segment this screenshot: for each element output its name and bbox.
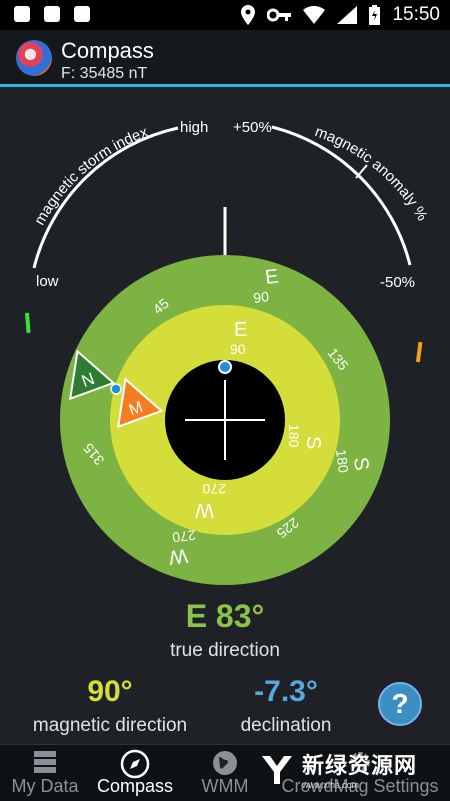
storm-gauge-label: magnetic storm index xyxy=(31,123,151,228)
nav-label: WMM xyxy=(201,776,249,796)
status-bar: 15:50 xyxy=(0,0,450,30)
signal-icon xyxy=(337,6,358,24)
app-notification-icon xyxy=(74,6,90,22)
notification-icons xyxy=(14,6,90,22)
nav-label: Compass xyxy=(96,776,174,796)
outer-e-label: E xyxy=(264,266,280,289)
inner-180-label: 180 xyxy=(286,424,302,448)
system-icons: 15:50 xyxy=(241,4,440,26)
watermark-logo xyxy=(262,756,292,784)
inner-90-label: 90 xyxy=(230,341,246,357)
outer-s-label: S xyxy=(349,456,372,472)
watermark-text: 新绿资源网 xyxy=(302,753,418,778)
page-title: Compass xyxy=(61,38,154,63)
anomaly-gauge-label: magnetic anomaly % xyxy=(313,123,431,224)
declination-label: declination xyxy=(240,715,332,736)
watermark-url: www.xlhs.com xyxy=(302,780,360,790)
server-icon xyxy=(34,751,56,773)
wifi-icon xyxy=(303,6,326,24)
anomaly-zero-tick xyxy=(355,164,368,179)
app-bar: Compass F: 35485 nT xyxy=(0,30,450,87)
nav-item-wmm[interactable]: WMM xyxy=(180,745,270,801)
nav-item-compass[interactable]: Compass xyxy=(90,745,180,801)
anomaly-plus-label: +50% xyxy=(233,119,272,136)
magnetic-direction-label: magnetic direction xyxy=(32,715,188,736)
watermark: 新绿资源网 www.xlhs.com xyxy=(260,748,417,790)
location-icon xyxy=(241,5,256,25)
magnetic-direction-value: 90° xyxy=(87,675,133,708)
inner-270-label: 270 xyxy=(202,481,226,497)
shield-icon xyxy=(44,6,60,22)
storm-level-indicator xyxy=(25,312,31,333)
field-strength: F: 35485 nT xyxy=(61,65,148,82)
storm-high-label: high xyxy=(180,119,208,136)
true-north-dot xyxy=(110,383,122,395)
inner-w-label: W xyxy=(195,499,214,521)
shield-icon xyxy=(14,6,30,22)
true-direction-label: true direction xyxy=(170,640,280,661)
nav-item-my-data[interactable]: My Data xyxy=(0,745,90,801)
inner-e-label: E xyxy=(234,319,247,341)
declination-value: -7.3° xyxy=(254,675,318,708)
outer-90-label: 90 xyxy=(252,288,270,306)
help-button[interactable]: ? xyxy=(378,682,422,726)
outer-270-label: 270 xyxy=(171,527,196,546)
globe-icon xyxy=(213,751,237,775)
app-bar-divider xyxy=(0,84,450,87)
outer-w-label: W xyxy=(168,544,190,568)
true-direction-value: E 83° xyxy=(185,598,265,634)
compass-view[interactable]: magnetic storm index high low magnetic a… xyxy=(0,90,450,600)
battery-charging-icon xyxy=(369,5,381,25)
compass-icon xyxy=(120,749,150,779)
magnetic-north-dot xyxy=(218,360,232,374)
key-icon xyxy=(267,8,292,22)
anomaly-minus-label: -50% xyxy=(380,274,415,291)
inner-s-label: S xyxy=(302,436,324,449)
storm-low-label: low xyxy=(36,273,59,290)
app-logo xyxy=(16,40,52,76)
clock: 15:50 xyxy=(392,4,440,25)
anomaly-level-indicator xyxy=(415,341,423,363)
nav-label: My Data xyxy=(11,776,79,796)
outer-180-label: 180 xyxy=(333,448,352,473)
